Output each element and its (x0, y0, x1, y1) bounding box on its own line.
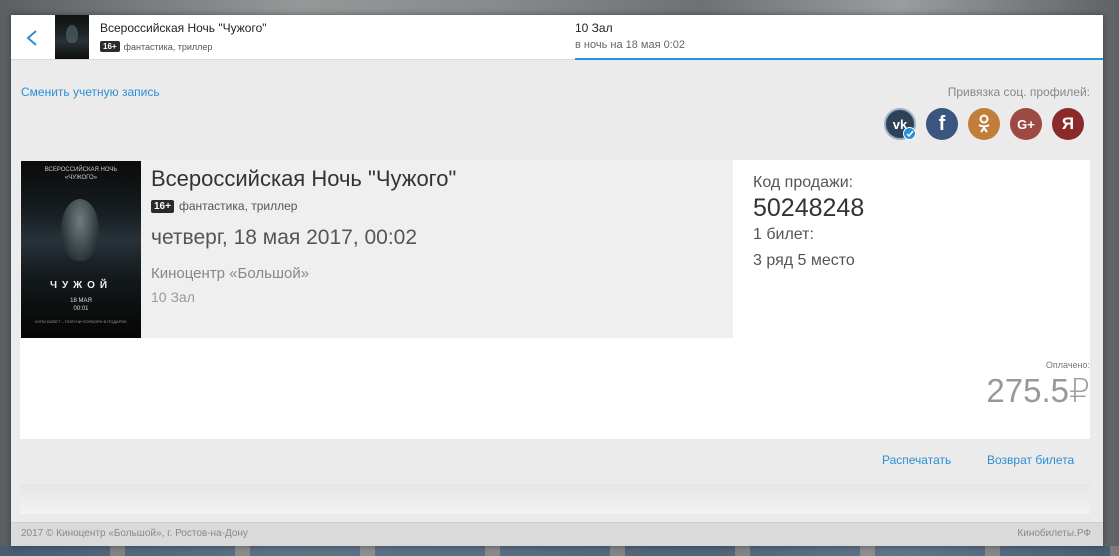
change-account-link[interactable]: Сменить учетную запись (21, 85, 160, 99)
paid-label: Оплачено: (1045, 360, 1090, 370)
poster-top-text: ВСЕРОССИЙСКАЯ НОЧЬ «ЧУЖОГО» (44, 167, 118, 181)
ticket-info: ВСЕРОССИЙСКАЯ НОЧЬ «ЧУЖОГО» ЧУЖОЙ 18 МАЯ 0… (20, 160, 733, 338)
cinema-name: Киноцентр «Большой» (151, 265, 310, 282)
footer: 2017 © Киноцентр «Большой», г. Ростов-на… (11, 522, 1103, 546)
age-badge: 16+ (100, 41, 120, 52)
header-poster-thumbnail (55, 15, 89, 59)
ticket-card: ВСЕРОССИЙСКАЯ НОЧЬ «ЧУЖОГО» ЧУЖОЙ 18 МАЯ 0… (20, 160, 1090, 440)
return-ticket-button[interactable]: Возврат билета (987, 453, 1074, 467)
social-profiles: vk f G+ Я (884, 108, 1084, 140)
ticket-actions: Распечатать Возврат билета (20, 439, 1090, 484)
sale-code-label: Код продажи: (753, 174, 854, 191)
facebook-icon: f (938, 112, 946, 135)
ticket-count: 1 билет: (753, 226, 814, 243)
header-movie-title: Всероссийская Ночь "Чужого" (100, 21, 267, 35)
seat-info: 3 ряд 5 место (753, 252, 855, 269)
footer-copyright: 2017 © Киноцентр «Большой», г. Ростов-на… (21, 528, 248, 539)
sale-code: 50248248 (753, 194, 865, 222)
chevron-left-icon (26, 29, 37, 46)
poster-foot: КУПИ БИЛЕТ – ПОЛУЧИ ПОПКОРН В ПОДАРОК (35, 319, 127, 324)
sale-info: Код продажи: 50248248 1 билет: 3 ряд 5 м… (733, 160, 1090, 338)
session-datetime: четверг, 18 мая 2017, 00:02 (151, 226, 418, 249)
yandex-icon: Я (1061, 114, 1075, 133)
google-plus-button[interactable]: G+ (1010, 108, 1042, 140)
vk-button[interactable]: vk (884, 108, 916, 140)
movie-genre: фантастика, триллер (178, 199, 298, 213)
odnoklassniki-icon (978, 114, 990, 133)
header-hall: 10 Зал (575, 21, 613, 35)
odnoklassniki-button[interactable] (968, 108, 1000, 140)
movie-meta: 16+ фантастика, триллер (151, 199, 297, 213)
movie-title: Всероссийская Ночь "Чужого" (151, 166, 457, 191)
age-badge: 16+ (151, 199, 174, 213)
ticket-modal: Всероссийская Ночь "Чужого" 16+ фантасти… (11, 15, 1103, 546)
alien-head-image (66, 25, 78, 43)
header: Всероссийская Ночь "Чужого" 16+ фантасти… (11, 15, 1103, 60)
movie-poster: ВСЕРОССИЙСКАЯ НОЧЬ «ЧУЖОГО» ЧУЖОЙ 18 МАЯ 0… (21, 161, 141, 338)
google-plus-icon: G+ (1017, 116, 1035, 132)
social-caption: Привязка соц. профилей: (947, 85, 1090, 99)
footer-site-link[interactable]: Кинобилеты.РФ (1017, 528, 1091, 539)
header-genre: фантастика, триллер (123, 41, 213, 52)
paid-amount: 275.5₽ (986, 372, 1090, 409)
back-button[interactable] (11, 15, 53, 60)
alien-head-image (61, 199, 99, 261)
poster-date: 18 МАЯ 00:01 (70, 298, 92, 312)
hall-name: 10 Зал (151, 289, 195, 305)
header-time: в ночь на 18 мая 0:02 (575, 39, 686, 51)
print-button[interactable]: Распечатать (882, 453, 951, 467)
facebook-button[interactable]: f (926, 108, 958, 140)
header-movie-meta: 16+ фантастика, триллер (100, 41, 212, 52)
background-strip (0, 546, 1119, 556)
yandex-button[interactable]: Я (1052, 108, 1084, 140)
check-icon (903, 127, 916, 140)
actions-spacer (20, 484, 1090, 514)
header-active-underline (575, 58, 1103, 60)
poster-title: ЧУЖОЙ (49, 280, 113, 291)
